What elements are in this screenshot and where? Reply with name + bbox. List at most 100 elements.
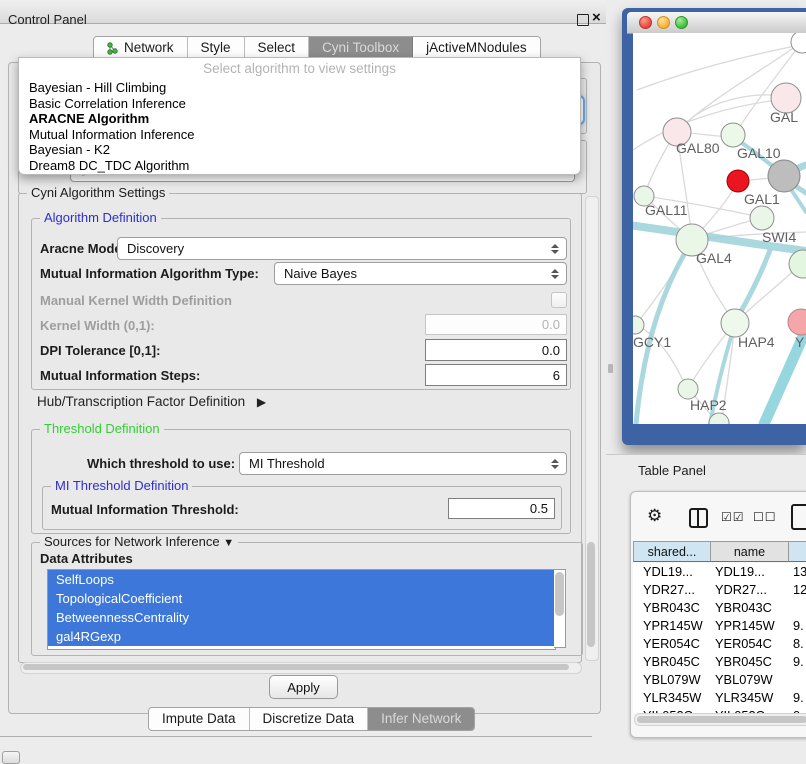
data-attribute-item[interactable]: BetweennessCentrality [48, 608, 555, 627]
aracne-mode-combo[interactable]: Discovery [117, 237, 567, 260]
network-node[interactable] [788, 309, 806, 335]
tab-jactivemnodules[interactable]: jActiveMNodules [413, 37, 540, 59]
threshold-definition-group: Threshold Definition Which threshold to … [31, 429, 571, 534]
window-minimize-button[interactable] [657, 16, 670, 29]
window-close-button[interactable] [639, 16, 652, 29]
tab-jactivemnodules-label: jActiveMNodules [426, 37, 527, 59]
tab-infer-network-label: Infer Network [381, 708, 461, 730]
tab-cyni-toolbox[interactable]: Cyni Toolbox [309, 37, 413, 59]
network-node[interactable] [721, 123, 745, 147]
tab-select[interactable]: Select [245, 37, 310, 59]
float-window-icon[interactable] [577, 14, 589, 26]
aracne-mode-value: Discovery [127, 241, 184, 256]
close-icon[interactable]: × [592, 9, 601, 26]
network-window-titlebar[interactable] [627, 12, 806, 34]
network-node[interactable] [678, 379, 698, 399]
dpi-tolerance-field[interactable]: 0.0 [425, 339, 567, 361]
cyni-algorithm-settings-group: Cyni Algorithm Settings Algorithm Defini… [18, 193, 582, 663]
new-column-icon[interactable] [791, 504, 806, 530]
network-node-label: HAP2 [690, 397, 727, 413]
algorithm-dropdown-popup: Select algorithm to view settings Bayesi… [18, 57, 581, 175]
algorithm-list-item[interactable]: Dream8 DC_TDC Algorithm [19, 158, 580, 174]
table-hscrollbar[interactable] [634, 713, 806, 726]
kernel-width-field[interactable]: 0.0 [425, 314, 567, 335]
hub-collapse-arrow-icon[interactable]: ▶ [257, 395, 266, 409]
data-attributes-list: SelfLoops TopologicalCoefficient Between… [47, 569, 556, 650]
table-row[interactable]: YBR045C YBR045C 9. [633, 653, 806, 671]
apply-button[interactable]: Apply [269, 675, 338, 699]
settings-hscrollbar-thumb[interactable] [23, 664, 569, 670]
algorithm-list-item[interactable]: Bayesian - Hill Climbing [19, 80, 580, 96]
network-node[interactable] [789, 250, 806, 278]
mi-threshold-field[interactable]: 0.5 [448, 498, 555, 519]
column-header-extra[interactable] [789, 541, 806, 562]
column-header-name[interactable]: name [711, 541, 789, 562]
network-node-label: GAL10 [737, 145, 781, 161]
dropdown-prompt: Select algorithm to view settings [19, 61, 580, 76]
which-threshold-label: Which threshold to use: [87, 456, 235, 471]
mi-steps-field[interactable]: 6 [425, 364, 567, 386]
settings-hscrollbar[interactable] [20, 662, 582, 674]
cyni-bottom-tabs: Impute Data Discretize Data Infer Networ… [148, 707, 475, 731]
manual-kernel-checkbox[interactable] [551, 292, 567, 308]
table-row[interactable]: YBR043C YBR043C [633, 599, 806, 617]
network-node[interactable] [791, 33, 806, 53]
dpi-tolerance-label: DPI Tolerance [0,1]: [40, 343, 160, 358]
table-row[interactable]: YER054C YER054C 8. [633, 635, 806, 653]
table-panel-card: ⚙ ☑☑ ☐☐ shared... name YDL19... YDL19...… [630, 491, 806, 738]
network-tab-icon [107, 42, 119, 55]
gear-icon[interactable]: ⚙ [647, 506, 662, 526]
settings-vscrollbar-thumb[interactable] [587, 542, 595, 647]
data-attribute-item[interactable]: gal4RGexp [48, 627, 555, 646]
select-columns-icon[interactable]: ☑☑ [721, 510, 745, 524]
network-node[interactable] [721, 309, 749, 337]
network-node[interactable] [750, 206, 774, 230]
network-node-label: GAL11 [645, 202, 688, 218]
table-panel-title: Table Panel [638, 463, 706, 478]
table-hscrollbar-thumb[interactable] [637, 716, 806, 723]
sources-group: Sources for Network Inference ▼ Data Att… [31, 542, 583, 656]
mi-steps-label: Mutual Information Steps: [40, 368, 200, 383]
attributes-scrollbar-thumb[interactable] [555, 572, 564, 616]
network-canvas[interactable]: GALGAL80GAL10GAL1GAL11SWI4GAL4GCY1HAP4YH… [633, 33, 806, 424]
mi-steps-value: 6 [553, 368, 560, 383]
split-columns-icon[interactable] [689, 508, 708, 528]
combo-stepper-icon [551, 459, 559, 469]
data-attribute-item[interactable]: SelfLoops [48, 570, 555, 589]
column-header-shared[interactable]: shared... [633, 541, 711, 562]
table-row[interactable]: YBL079W YBL079W [633, 671, 806, 689]
deselect-columns-icon[interactable]: ☐☐ [753, 510, 777, 524]
algorithm-list-item[interactable]: Bayesian - K2 [19, 142, 580, 158]
tab-impute-data[interactable]: Impute Data [149, 708, 250, 730]
mi-threshold-definition-title: MI Threshold Definition [51, 478, 192, 493]
attributes-scrollbar[interactable] [554, 569, 566, 648]
network-node[interactable] [768, 160, 800, 192]
algorithm-list-item[interactable]: Basic Correlation Inference [19, 96, 580, 112]
tab-style[interactable]: Style [188, 37, 245, 59]
splitpane-handle[interactable] [608, 364, 613, 373]
table-row[interactable]: YDL19... YDL19... 13 [633, 563, 806, 581]
control-panel-title: Control Panel [8, 12, 87, 27]
algorithm-list-item[interactable]: ARACNE Algorithm [19, 111, 580, 127]
hub-definition-toggle[interactable]: Hub/Transcription Factor Definition ▶ [37, 394, 266, 409]
which-threshold-combo[interactable]: MI Threshold [239, 452, 567, 475]
mi-type-combo[interactable]: Naive Bayes [274, 262, 567, 285]
network-node[interactable] [633, 316, 644, 334]
tab-network[interactable]: Network [94, 37, 188, 59]
tab-infer-network[interactable]: Infer Network [368, 708, 474, 730]
sources-expand-arrow-icon[interactable]: ▼ [223, 537, 234, 549]
panel-corner-button[interactable] [2, 751, 20, 764]
table-row[interactable]: YPR145W YPR145W 9. [633, 617, 806, 635]
algorithm-list-item[interactable]: Mutual Information Inference [19, 127, 580, 143]
table-row[interactable]: YLR345W YLR345W 9. [633, 689, 806, 707]
settings-group-title: Cyni Algorithm Settings [27, 185, 169, 200]
table-row[interactable]: YDR27... YDR27... 12 [633, 581, 806, 599]
dpi-tolerance-value: 0.0 [542, 343, 560, 358]
network-node-label: Y [795, 334, 805, 350]
network-node[interactable] [727, 170, 749, 192]
settings-vscrollbar[interactable] [585, 196, 599, 661]
data-attribute-item[interactable]: TopologicalCoefficient [48, 589, 555, 608]
control-panel-titlebar[interactable]: Control Panel × [0, 0, 606, 24]
tab-discretize-data[interactable]: Discretize Data [250, 708, 369, 730]
window-zoom-button[interactable] [675, 16, 688, 29]
